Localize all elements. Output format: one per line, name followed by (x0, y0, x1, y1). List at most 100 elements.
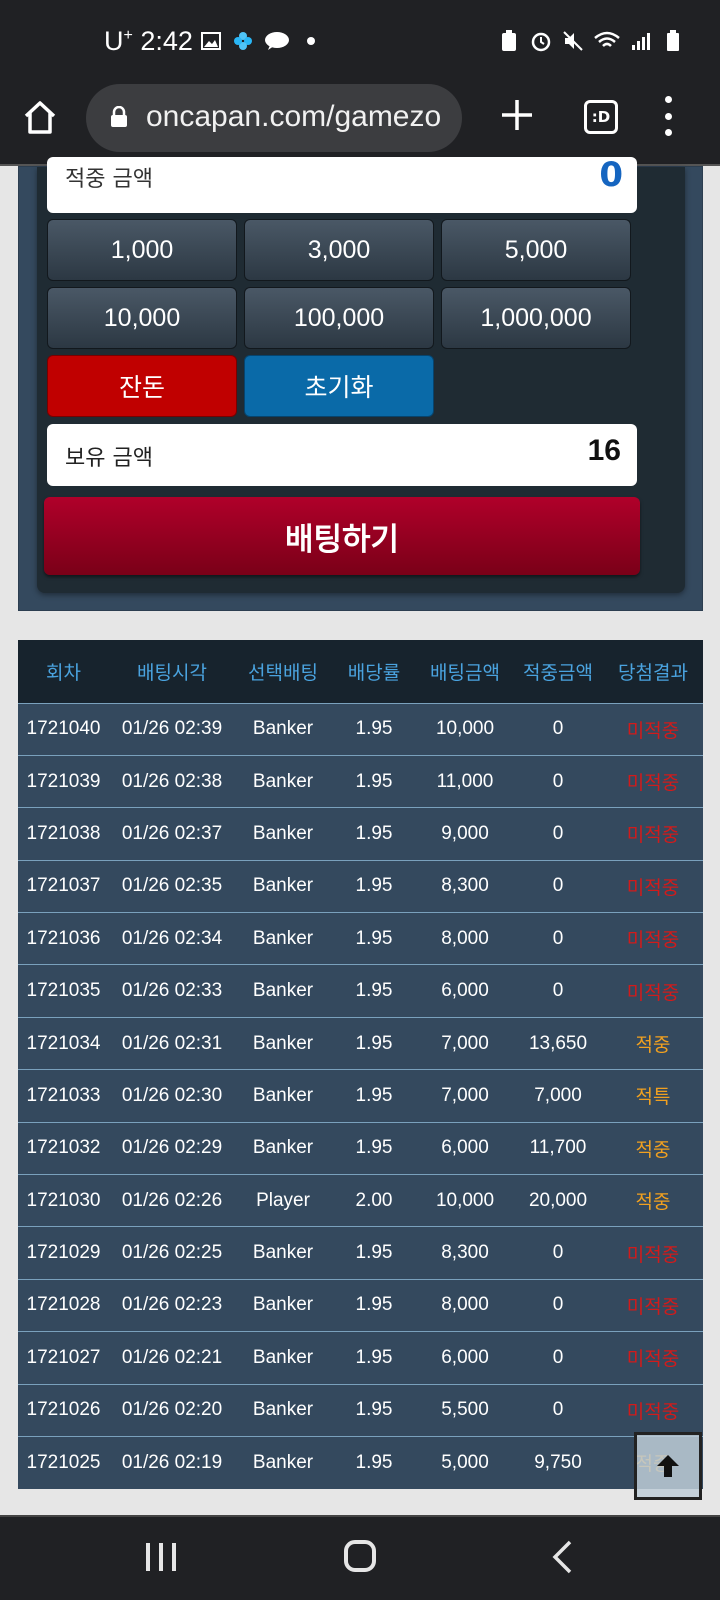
table-row: 1721032 01/26 02:29 Banker 1.95 6,000 11,700 적… (18, 1121, 703, 1175)
cell-bet-amount: 8,300 (417, 859, 513, 913)
hit-amount-label: 적중 금액 (65, 167, 153, 192)
cell-win-amount: 20,000 (513, 1174, 603, 1227)
cell-win-amount: 0 (513, 912, 603, 965)
clock: 2:42 (140, 26, 193, 56)
cell-round: 1721040 (18, 702, 109, 756)
cell-result: 미적중 (603, 1383, 703, 1437)
cell-bet-amount: 7,000 (417, 1069, 513, 1123)
image-icon (200, 30, 222, 52)
table-row: 1721038 01/26 02:37 Banker 1.95 9,000 0 미적중 (18, 807, 703, 861)
cell-bet-time: 01/26 02:38 (109, 754, 235, 808)
tab-switcher-label: :D (591, 108, 611, 126)
browser-toolbar: oncapan.com/gamezo :D (0, 84, 720, 166)
tab-switcher-button[interactable]: :D (584, 100, 618, 134)
cell-round: 1721036 (18, 912, 109, 965)
table-row: 1721039 01/26 02:38 Banker 1.95 11,000 0 미적중 (18, 754, 703, 808)
cell-odds: 1.95 (331, 1383, 417, 1437)
battery-saver-icon (498, 30, 520, 52)
cell-odds: 1.95 (331, 859, 417, 913)
carrier-sup: + (123, 27, 133, 44)
cell-round: 1721030 (18, 1174, 109, 1227)
cell-win-amount: 0 (513, 1383, 603, 1437)
balance-value: 16 (587, 434, 621, 467)
pinwheel-icon (232, 30, 254, 52)
amount-button-1000[interactable]: 1,000 (47, 219, 237, 281)
cell-result: 미적중 (603, 754, 703, 808)
table-row: 1721034 01/26 02:31 Banker 1.95 7,000 13,650 적… (18, 1016, 703, 1070)
address-bar[interactable]: oncapan.com/gamezo (86, 84, 462, 152)
table-row: 1721029 01/26 02:25 Banker 1.95 8,300 0 미적중 (18, 1226, 703, 1280)
cell-bet-amount: 10,000 (417, 1174, 513, 1227)
status-bar: U+ 2:42 (0, 0, 720, 84)
cell-result: 미적중 (603, 807, 703, 861)
cell-odds: 1.95 (331, 754, 417, 808)
mute-icon (562, 30, 584, 52)
change-button[interactable]: 잔돈 (47, 355, 237, 417)
place-bet-button[interactable]: 배팅하기 (44, 497, 640, 575)
cell-odds: 1.95 (331, 1226, 417, 1280)
cell-win-amount: 0 (513, 1226, 603, 1280)
balance-label: 보유 금액 (65, 446, 153, 471)
cell-win-amount: 0 (513, 859, 603, 913)
reset-button[interactable]: 초기화 (244, 355, 434, 417)
amount-button-100000[interactable]: 100,000 (244, 287, 434, 349)
more-menu-icon[interactable] (658, 96, 678, 136)
cell-round: 1721038 (18, 807, 109, 861)
table-row: 1721037 01/26 02:35 Banker 1.95 8,300 0 미적중 (18, 859, 703, 913)
balance-field: 보유 금액 16 (47, 424, 637, 486)
scroll-to-top-button[interactable] (634, 1432, 702, 1500)
table-row: 1721035 01/26 02:33 Banker 1.95 6,000 0 미적중 (18, 964, 703, 1018)
amount-button-5000[interactable]: 5,000 (441, 219, 631, 281)
cell-bet-time: 01/26 02:39 (109, 702, 235, 756)
dot-icon (300, 30, 322, 52)
cell-bet-time: 01/26 02:35 (109, 859, 235, 913)
cell-round: 1721029 (18, 1226, 109, 1280)
recents-icon[interactable] (146, 1543, 176, 1571)
cell-bet-time: 01/26 02:30 (109, 1069, 235, 1123)
cell-odds: 1.95 (331, 964, 417, 1018)
home-nav-icon[interactable] (344, 1540, 376, 1572)
status-icons-right (498, 30, 684, 52)
amount-button-1000000[interactable]: 1,000,000 (441, 287, 631, 349)
cell-bet-amount: 8,000 (417, 1278, 513, 1332)
cell-bet-amount: 6,000 (417, 964, 513, 1018)
table-header-row: 회차 배팅시각 선택배팅 배당률 배팅금액 적중금액 당첨결과 (18, 640, 703, 703)
table-row: 1721028 01/26 02:23 Banker 1.95 8,000 0 미적중 (18, 1278, 703, 1332)
cell-bet-time: 01/26 02:37 (109, 807, 235, 861)
cell-choice: Banker (235, 1331, 331, 1385)
cell-bet-time: 01/26 02:26 (109, 1174, 235, 1227)
cell-win-amount: 0 (513, 754, 603, 808)
cell-bet-amount: 11,000 (417, 754, 513, 808)
cell-result: 미적중 (603, 1278, 703, 1332)
lock-icon (110, 105, 128, 128)
amount-button-10000[interactable]: 10,000 (47, 287, 237, 349)
hit-amount-field: 적중 금액 0 (47, 157, 637, 213)
header-choice: 선택배팅 (235, 640, 331, 703)
cell-bet-amount: 8,300 (417, 1226, 513, 1280)
cell-result: 미적중 (603, 702, 703, 756)
header-bet-time: 배팅시각 (109, 640, 235, 703)
cell-choice: Banker (235, 1016, 331, 1070)
bet-panel-inner: 적중 금액 0 1,000 3,000 5,000 10,000 100,000… (37, 157, 685, 593)
cell-result: 적중 (603, 1121, 703, 1175)
cell-result: 미적중 (603, 964, 703, 1018)
new-tab-icon[interactable] (496, 94, 538, 136)
talk-icon (264, 30, 290, 52)
cell-odds: 2.00 (331, 1174, 417, 1227)
table-row: 1721026 01/26 02:20 Banker 1.95 5,500 0 미적중 (18, 1383, 703, 1437)
cell-result: 미적중 (603, 859, 703, 913)
cell-choice: Player (235, 1174, 331, 1227)
cell-round: 1721032 (18, 1121, 109, 1175)
home-icon[interactable] (20, 98, 68, 146)
table-row: 1721030 01/26 02:26 Player 2.00 10,000 20,000… (18, 1174, 703, 1227)
battery-icon (662, 30, 684, 52)
cell-bet-amount: 6,000 (417, 1121, 513, 1175)
bet-history-table: 회차 배팅시각 선택배팅 배당률 배팅금액 적중금액 당첨결과 1721040 0… (18, 640, 703, 1489)
cell-round: 1721035 (18, 964, 109, 1018)
table-row: 1721036 01/26 02:34 Banker 1.95 8,000 0 미적중 (18, 912, 703, 965)
cell-odds: 1.95 (331, 702, 417, 756)
amount-button-3000[interactable]: 3,000 (244, 219, 434, 281)
back-icon[interactable] (550, 1539, 574, 1575)
cell-win-amount: 0 (513, 964, 603, 1018)
cell-bet-time: 01/26 02:33 (109, 964, 235, 1018)
